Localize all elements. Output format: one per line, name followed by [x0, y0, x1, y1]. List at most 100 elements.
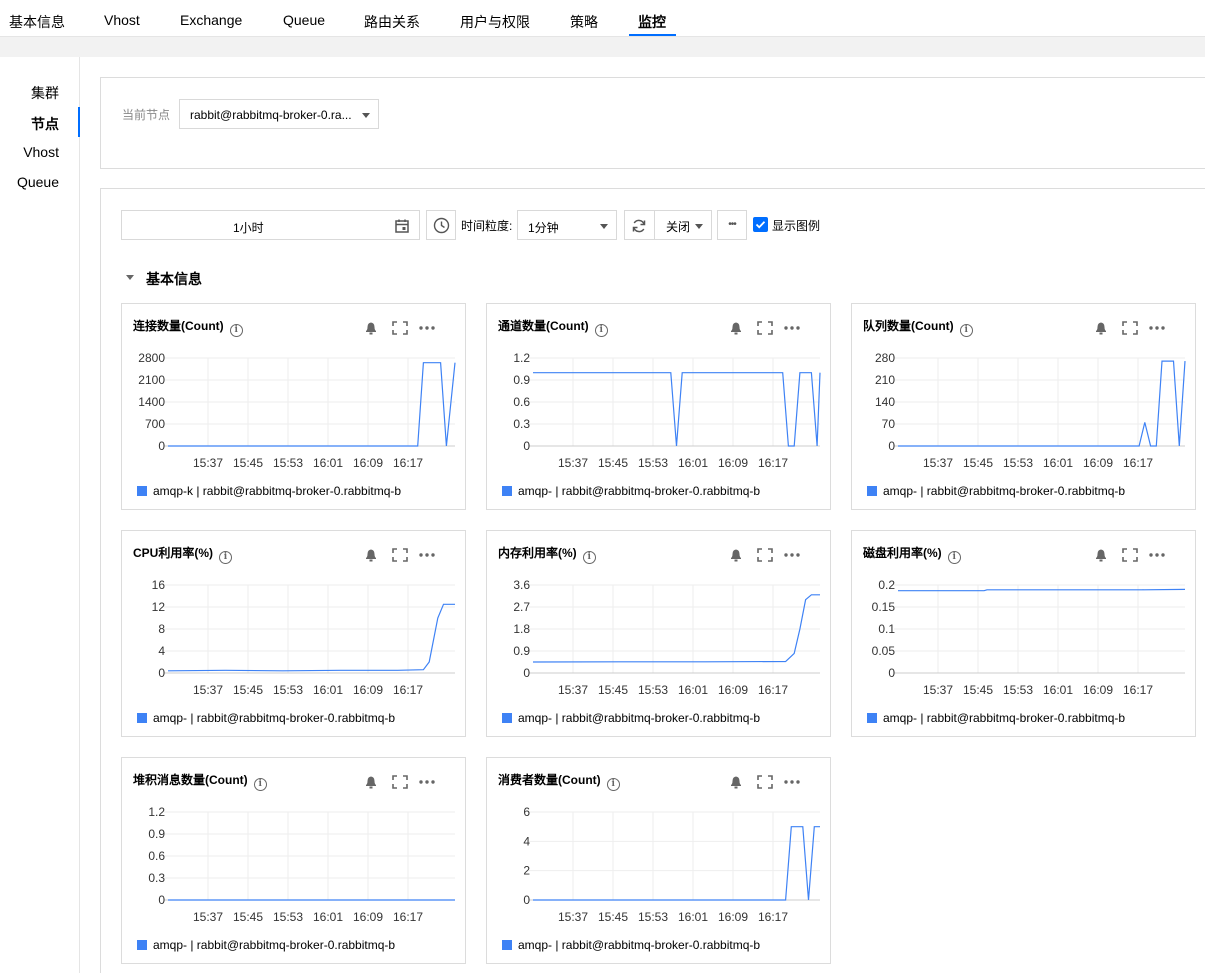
- bell-icon[interactable]: [366, 549, 376, 562]
- x-tick-label: 15:37: [193, 456, 223, 470]
- info-icon[interactable]: i: [959, 324, 973, 337]
- info-icon[interactable]: i: [253, 778, 267, 791]
- more-icon[interactable]: [419, 780, 435, 784]
- bell-icon[interactable]: [731, 549, 741, 562]
- info-icon[interactable]: i: [582, 551, 596, 564]
- legend-label: amqp- | rabbit@rabbitmq-broker-0.rabbitm…: [518, 938, 761, 952]
- chart-legend[interactable]: amqp- | rabbit@rabbitmq-broker-0.rabbitm…: [502, 711, 822, 725]
- info-icon[interactable]: i: [947, 551, 961, 564]
- node-select[interactable]: rabbit@rabbitmq-broker-0.ra...: [179, 99, 379, 129]
- x-tick-label: 16:17: [393, 910, 423, 924]
- chart-legend[interactable]: amqp- | rabbit@rabbitmq-broker-0.rabbitm…: [867, 711, 1187, 725]
- sidebar-item-queue[interactable]: Queue: [17, 174, 59, 190]
- y-tick-label: 280: [875, 351, 895, 365]
- x-tick-label: 15:45: [233, 683, 263, 697]
- sidebar-item-cluster[interactable]: 集群: [31, 83, 59, 103]
- info-icon[interactable]: i: [594, 324, 608, 337]
- x-tick-label: 16:01: [678, 683, 708, 697]
- more-options-button[interactable]: •••: [717, 210, 747, 240]
- bell-icon[interactable]: [731, 322, 741, 335]
- history-button[interactable]: [426, 210, 456, 240]
- more-icon[interactable]: [784, 326, 800, 330]
- bell-icon[interactable]: [366, 776, 376, 789]
- y-tick-label: 8: [158, 622, 165, 636]
- y-tick-label: 0.9: [513, 373, 530, 387]
- time-range-picker[interactable]: 1小时: [121, 210, 420, 240]
- sidebar-item-vhost[interactable]: Vhost: [23, 144, 59, 160]
- x-tick-label: 16:17: [758, 683, 788, 697]
- chart-tools: [1093, 320, 1183, 336]
- more-icon[interactable]: [419, 326, 435, 330]
- chart-title-text: 消费者数量(Count): [498, 773, 601, 787]
- fullscreen-icon[interactable]: [1122, 548, 1138, 562]
- tab-users-permissions[interactable]: 用户与权限: [460, 12, 530, 32]
- series-line: [898, 588, 1186, 592]
- x-tick-label: 15:45: [233, 910, 263, 924]
- sidebar-item-node[interactable]: 节点: [31, 114, 59, 134]
- granularity-select[interactable]: 1分钟: [517, 210, 617, 240]
- more-icon[interactable]: [1149, 553, 1165, 557]
- time-range-value: 1小时: [233, 221, 264, 235]
- tab-routing[interactable]: 路由关系: [364, 12, 420, 32]
- fullscreen-icon[interactable]: [1122, 321, 1138, 335]
- collapse-triangle-icon[interactable]: [126, 275, 134, 280]
- show-legend-checkbox[interactable]: [753, 217, 768, 232]
- tab-vhost[interactable]: Vhost: [104, 12, 140, 28]
- y-tick-label: 0.6: [513, 395, 530, 409]
- y-tick-label: 16: [152, 578, 166, 592]
- chart-legend[interactable]: amqp- | rabbit@rabbitmq-broker-0.rabbitm…: [867, 484, 1187, 498]
- sidebar-active-indicator: [78, 107, 80, 137]
- more-icon[interactable]: [419, 553, 435, 557]
- auto-refresh-select[interactable]: 关闭: [624, 210, 712, 240]
- x-tick-label: 16:17: [758, 456, 788, 470]
- y-tick-label: 3.6: [513, 578, 530, 592]
- legend-swatch: [502, 486, 512, 496]
- bell-icon[interactable]: [1096, 322, 1106, 335]
- info-icon[interactable]: i: [219, 551, 232, 564]
- chart-legend[interactable]: amqp- | rabbit@rabbitmq-broker-0.rabbitm…: [137, 938, 457, 952]
- x-tick-label: 16:17: [1123, 683, 1153, 697]
- fullscreen-icon[interactable]: [392, 775, 408, 789]
- fullscreen-icon[interactable]: [392, 321, 408, 335]
- y-tick-label: 0.1: [878, 622, 895, 636]
- info-icon[interactable]: i: [606, 778, 620, 791]
- tab-basic-info[interactable]: 基本信息: [9, 12, 65, 32]
- chart-tools: [363, 774, 453, 790]
- x-tick-label: 16:09: [353, 683, 383, 697]
- chart-title: 通道数量(Count) i: [498, 317, 608, 337]
- bell-icon[interactable]: [366, 322, 376, 335]
- x-tick-label: 16:09: [718, 910, 748, 924]
- y-tick-label: 2800: [138, 351, 165, 365]
- fullscreen-icon[interactable]: [757, 548, 773, 562]
- bell-icon[interactable]: [1096, 549, 1106, 562]
- tab-queue[interactable]: Queue: [283, 12, 325, 28]
- chart-title: CPU利用率(%) i: [133, 544, 232, 564]
- chart-legend[interactable]: amqp- | rabbit@rabbitmq-broker-0.rabbitm…: [502, 484, 822, 498]
- line-chart: 15:37 15:45 15:53 16:01 16:09 16:17 3.6 2.7 1.8 0…: [513, 578, 820, 697]
- more-icon[interactable]: [784, 780, 800, 784]
- chart-title-text: 堆积消息数量(Count): [133, 773, 248, 787]
- fullscreen-icon[interactable]: [757, 321, 773, 335]
- bell-icon[interactable]: [731, 776, 741, 789]
- chart-legend[interactable]: amqp- | rabbit@rabbitmq-broker-0.rabbitm…: [502, 938, 822, 952]
- tab-policy[interactable]: 策略: [570, 12, 598, 32]
- tab-monitoring[interactable]: 监控: [638, 12, 666, 32]
- x-tick-label: 16:09: [718, 683, 748, 697]
- legend-label: amqp- | rabbit@rabbitmq-broker-0.rabbitm…: [153, 938, 396, 952]
- chart-legend[interactable]: amqp-k | rabbit@rabbitmq-broker-0.rabbit…: [137, 484, 457, 498]
- series-line: [533, 372, 821, 447]
- section-title: 基本信息: [146, 271, 202, 287]
- chart-title: 内存利用率(%) i: [498, 544, 596, 564]
- more-icon[interactable]: [784, 553, 800, 557]
- top-tabs: 基本信息 Vhost Exchange Queue 路由关系 用户与权限 策略 …: [0, 0, 1205, 37]
- y-tick-label: 0.6: [148, 849, 165, 863]
- chart-title: 堆积消息数量(Count) i: [133, 771, 267, 791]
- fullscreen-icon[interactable]: [392, 548, 408, 562]
- more-icon[interactable]: [1149, 326, 1165, 330]
- x-tick-label: 15:37: [193, 683, 223, 697]
- fullscreen-icon[interactable]: [757, 775, 773, 789]
- x-tick-label: 15:45: [598, 683, 628, 697]
- chart-legend[interactable]: amqp- | rabbit@rabbitmq-broker-0.rabbitm…: [137, 711, 457, 725]
- info-icon[interactable]: i: [229, 324, 243, 337]
- tab-exchange[interactable]: Exchange: [180, 12, 242, 28]
